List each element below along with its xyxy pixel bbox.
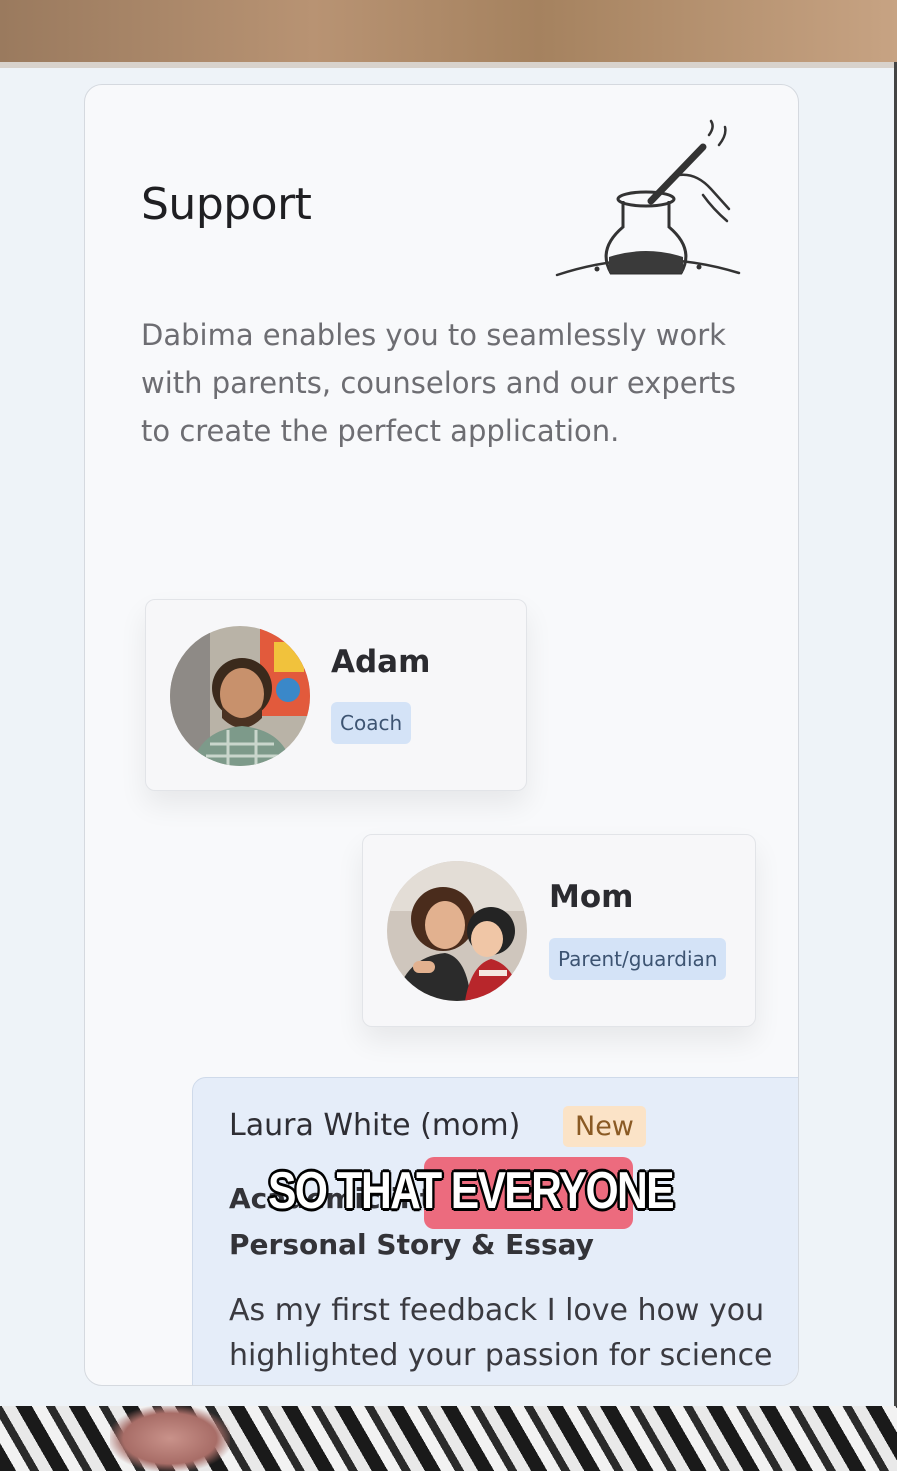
person-card-mom[interactable]: Mom Parent/guardian [362,834,756,1027]
person-name: Adam [331,644,431,680]
feedback-line: As my first feedback I love how you [229,1293,765,1328]
person-name: Mom [549,879,634,915]
video-bottom-strip [0,1406,897,1471]
person-card-adam[interactable]: Adam Coach [145,599,527,791]
feedback-topic: Personal Story & Essay [229,1228,594,1261]
feedback-author: Laura White (mom) [229,1108,521,1143]
potion-flask-illustration [555,119,741,277]
feedback-text: As my first feedback I love how you high… [229,1288,798,1378]
feedback-card[interactable]: Laura White (mom) New Academic interests… [192,1077,798,1385]
role-badge: Parent/guardian [549,938,727,980]
caption-text: SO THAT EVERYONE [268,1162,675,1220]
support-title: Support [141,179,312,230]
avatar [387,861,527,1001]
feedback-line: highlighted your passion for science [229,1338,773,1373]
role-badge: Coach [331,702,412,744]
avatar [170,626,310,766]
top-divider [0,62,897,68]
support-description: Dabima enables you to seamlessly work wi… [141,318,736,448]
new-badge: New [563,1106,646,1147]
video-top-strip [0,0,897,62]
video-caption: SO THAT EVERYONE [0,1155,897,1229]
